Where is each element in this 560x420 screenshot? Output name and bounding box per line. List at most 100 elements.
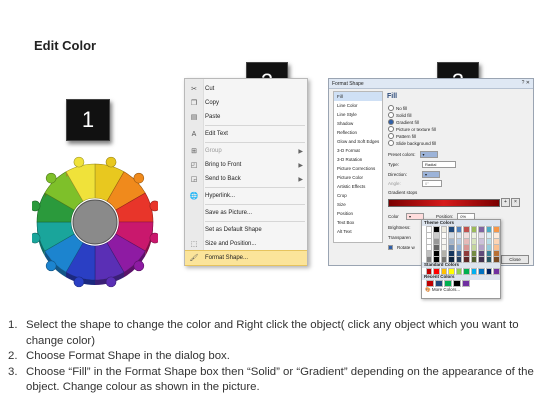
field-label: Angle: bbox=[388, 181, 401, 186]
field-label: Transparen bbox=[388, 235, 411, 240]
field-label: Preset colors: bbox=[388, 152, 416, 157]
radio-solid-fill[interactable]: Solid fill bbox=[388, 112, 412, 118]
radio-slide-background-fill[interactable]: Slide background fill bbox=[388, 140, 436, 146]
color-swatch[interactable] bbox=[470, 255, 477, 263]
category-item[interactable]: Fill bbox=[334, 92, 382, 101]
category-item[interactable]: Text Box bbox=[334, 218, 382, 227]
direction-dropdown[interactable]: ▾ bbox=[422, 171, 440, 178]
color-swatch[interactable] bbox=[461, 279, 470, 287]
menu-item-set-default-shape[interactable]: Set as Default Shape bbox=[185, 223, 307, 237]
field-label: Gradient stops bbox=[388, 190, 418, 195]
menu-item-copy[interactable]: ❐ Copy bbox=[185, 96, 307, 110]
puzzle-piece-knob bbox=[105, 156, 117, 168]
add-stop-icon[interactable]: + bbox=[501, 198, 510, 207]
puzzle-piece-knob bbox=[45, 260, 57, 272]
submenu-arrow-icon: ▶ bbox=[298, 148, 303, 155]
color-swatch[interactable] bbox=[493, 255, 500, 263]
close-button[interactable]: Close bbox=[501, 255, 529, 264]
category-item[interactable]: Picture Color bbox=[334, 173, 382, 182]
puzzle-piece-knob bbox=[133, 172, 145, 184]
category-item[interactable]: Reflection bbox=[334, 128, 382, 137]
menu-item-save-as-picture[interactable]: Save as Picture... bbox=[185, 206, 307, 220]
radio-pattern-fill[interactable]: Pattern fill bbox=[388, 133, 416, 139]
color-swatch[interactable] bbox=[463, 255, 470, 263]
checkbox-icon[interactable] bbox=[388, 245, 393, 250]
menu-item-size-position[interactable]: ⬚ Size and Position... bbox=[185, 237, 307, 251]
color-swatch[interactable] bbox=[485, 267, 492, 275]
category-item[interactable]: 3-D Rotation bbox=[334, 155, 382, 164]
fill-heading: Fill bbox=[387, 93, 398, 100]
angle-input[interactable]: 0° bbox=[422, 180, 442, 187]
puzzle-piece-knob bbox=[73, 276, 85, 288]
menu-item-edit-text[interactable]: A Edit Text bbox=[185, 127, 307, 141]
color-swatch[interactable] bbox=[478, 267, 485, 275]
menu-item-label: Paste bbox=[205, 114, 221, 120]
menu-item-label: Size and Position... bbox=[205, 241, 257, 247]
size-position-icon: ⬚ bbox=[190, 241, 198, 248]
puzzle-piece-knob bbox=[45, 172, 57, 184]
category-list: Fill Line Color Line Style Shadow Reflection… bbox=[333, 91, 383, 243]
puzzle-piece-knob bbox=[149, 200, 158, 212]
field-label: Rotate w bbox=[397, 245, 415, 250]
send-back-icon: ◲ bbox=[190, 176, 198, 183]
preset-colors-dropdown[interactable]: ▾ bbox=[419, 151, 438, 158]
submenu-arrow-icon: ▶ bbox=[298, 176, 303, 183]
category-item[interactable]: Line Style bbox=[334, 110, 382, 119]
category-item[interactable]: Glow and Soft Edges bbox=[334, 137, 382, 146]
category-item[interactable]: Line Color bbox=[334, 101, 382, 110]
radio-label: Picture or texture fill bbox=[396, 126, 436, 132]
puzzle-piece-knob bbox=[73, 156, 85, 168]
hyperlink-icon: 🌐 bbox=[189, 193, 199, 200]
radio-circle-icon bbox=[388, 140, 394, 146]
radio-label: Solid fill bbox=[396, 112, 412, 118]
more-colors-link[interactable]: 🎨 More Colors... bbox=[422, 286, 500, 293]
category-item[interactable]: 3-D Format bbox=[334, 146, 382, 155]
context-menu: ✂ Cut ❐ Copy ▤ Paste A Edit Text ⊞ Group ▶ ◰ Br… bbox=[184, 78, 308, 266]
puzzle-piece-knob bbox=[149, 232, 158, 244]
menu-item-cut[interactable]: ✂ Cut bbox=[185, 82, 307, 96]
radio-gradient-fill[interactable]: Gradient fill bbox=[388, 119, 419, 125]
menu-item-send-to-back[interactable]: ◲ Send to Back ▶ bbox=[185, 172, 307, 186]
paste-icon: ▤ bbox=[190, 114, 198, 121]
color-swatch[interactable] bbox=[493, 267, 500, 275]
category-item[interactable]: Position bbox=[334, 209, 382, 218]
menu-item-label: Bring to Front bbox=[205, 162, 242, 168]
category-item[interactable]: Alt Text bbox=[334, 227, 382, 236]
palette-icon: 🎨 bbox=[425, 287, 431, 292]
color-swatch[interactable] bbox=[478, 255, 485, 263]
menu-separator bbox=[205, 221, 305, 222]
color-swatch[interactable] bbox=[485, 255, 492, 263]
close-icon[interactable]: ✕ bbox=[526, 80, 530, 86]
menu-separator bbox=[205, 125, 305, 126]
color-swatch[interactable] bbox=[455, 267, 462, 275]
radio-label: No fill bbox=[396, 105, 408, 111]
category-item[interactable]: Picture Corrections bbox=[334, 164, 382, 173]
theme-color-popup: Theme Colors Standard Colors Recent Colo… bbox=[421, 219, 501, 299]
menu-item-format-shape[interactable]: 🖌 Format Shape... bbox=[185, 250, 307, 266]
puzzle-piece-knob bbox=[32, 200, 41, 212]
menu-item-paste[interactable]: ▤ Paste bbox=[185, 110, 307, 124]
remove-stop-icon[interactable]: × bbox=[511, 198, 520, 207]
radio-picture-fill[interactable]: Picture or texture fill bbox=[388, 126, 436, 132]
gradient-stops-bar[interactable] bbox=[388, 199, 500, 207]
menu-separator bbox=[205, 187, 305, 188]
menu-item-hyperlink[interactable]: 🌐 Hyperlink... bbox=[185, 189, 307, 203]
color-swatch[interactable] bbox=[463, 267, 470, 275]
category-item[interactable]: Shadow bbox=[334, 119, 382, 128]
radio-circle-icon bbox=[388, 126, 394, 132]
help-icon[interactable]: ? bbox=[522, 80, 525, 86]
puzzle-wheel-shape[interactable] bbox=[32, 156, 158, 288]
puzzle-wheel-hub bbox=[72, 199, 118, 245]
radio-no-fill[interactable]: No fill bbox=[388, 105, 407, 111]
field-label: Color bbox=[388, 214, 399, 219]
menu-item-bring-to-front[interactable]: ◰ Bring to Front ▶ bbox=[185, 158, 307, 172]
puzzle-piece-knob bbox=[32, 232, 41, 244]
category-item[interactable]: Artistic Effects bbox=[334, 182, 382, 191]
color-swatch[interactable] bbox=[470, 267, 477, 275]
category-item[interactable]: Crop bbox=[334, 191, 382, 200]
category-item[interactable]: Size bbox=[334, 200, 382, 209]
field-label: Direction: bbox=[388, 172, 408, 177]
type-dropdown[interactable]: Radial bbox=[422, 161, 456, 168]
step-number: 3. bbox=[8, 365, 18, 378]
more-colors-label: More Colors... bbox=[431, 287, 461, 292]
